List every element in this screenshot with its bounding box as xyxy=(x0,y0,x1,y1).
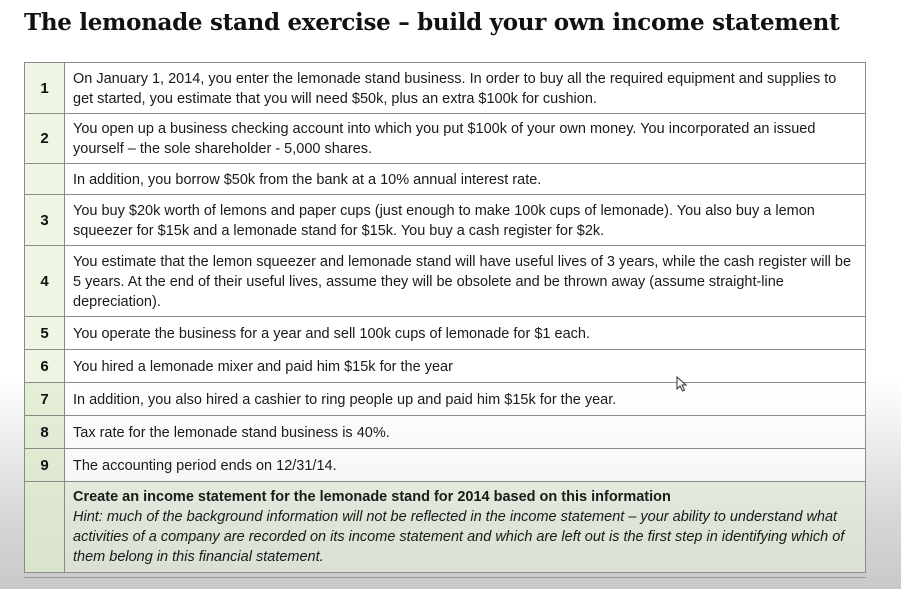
table-row-final: Create an income statement for the lemon… xyxy=(24,481,866,573)
row-number: 4 xyxy=(24,245,65,317)
table-row: 8 Tax rate for the lemonade stand busine… xyxy=(24,415,866,449)
table-row: 7 In addition, you also hired a cashier … xyxy=(24,382,866,416)
row-number: 1 xyxy=(24,62,65,114)
table-row: 5 You operate the business for a year an… xyxy=(24,316,866,350)
row-text: Tax rate for the lemonade stand business… xyxy=(64,415,866,449)
row-number: 5 xyxy=(24,316,65,350)
row-text: In addition, you also hired a cashier to… xyxy=(64,382,866,416)
row-number: 7 xyxy=(24,382,65,416)
row-text: On January 1, 2014, you enter the lemona… xyxy=(64,62,866,114)
table-row: 1 On January 1, 2014, you enter the lemo… xyxy=(24,62,866,114)
table-row: 9 The accounting period ends on 12/31/14… xyxy=(24,448,866,482)
row-number: 3 xyxy=(24,194,65,246)
row-text: You estimate that the lemon squeezer and… xyxy=(64,245,866,317)
row-text: You operate the business for a year and … xyxy=(64,316,866,350)
row-number xyxy=(24,163,65,195)
row-number: 6 xyxy=(24,349,65,383)
page-title: The lemonade stand exercise – build your… xyxy=(24,9,840,36)
row-text: You open up a business checking account … xyxy=(64,113,866,164)
row-text: You hired a lemonade mixer and paid him … xyxy=(64,349,866,383)
bottom-divider xyxy=(24,577,866,578)
final-heading: Create an income statement for the lemon… xyxy=(73,489,671,505)
row-text: In addition, you borrow $50k from the ba… xyxy=(64,163,866,195)
table-row: 6 You hired a lemonade mixer and paid hi… xyxy=(24,349,866,383)
row-number xyxy=(24,481,65,573)
final-hint: Hint: much of the background information… xyxy=(73,509,845,565)
row-number: 2 xyxy=(24,113,65,164)
final-instruction: Create an income statement for the lemon… xyxy=(64,481,866,573)
row-text: The accounting period ends on 12/31/14. xyxy=(64,448,866,482)
table-row: 2 You open up a business checking accoun… xyxy=(24,113,866,164)
slide: The lemonade stand exercise – build your… xyxy=(0,0,901,589)
row-text: You buy $20k worth of lemons and paper c… xyxy=(64,194,866,246)
table-row: 3 You buy $20k worth of lemons and paper… xyxy=(24,194,866,246)
mouse-pointer-icon xyxy=(676,376,688,392)
row-number: 9 xyxy=(24,448,65,482)
table-row: In addition, you borrow $50k from the ba… xyxy=(24,163,866,195)
steps-table: 1 On January 1, 2014, you enter the lemo… xyxy=(24,62,866,573)
table-row: 4 You estimate that the lemon squeezer a… xyxy=(24,245,866,317)
row-number: 8 xyxy=(24,415,65,449)
